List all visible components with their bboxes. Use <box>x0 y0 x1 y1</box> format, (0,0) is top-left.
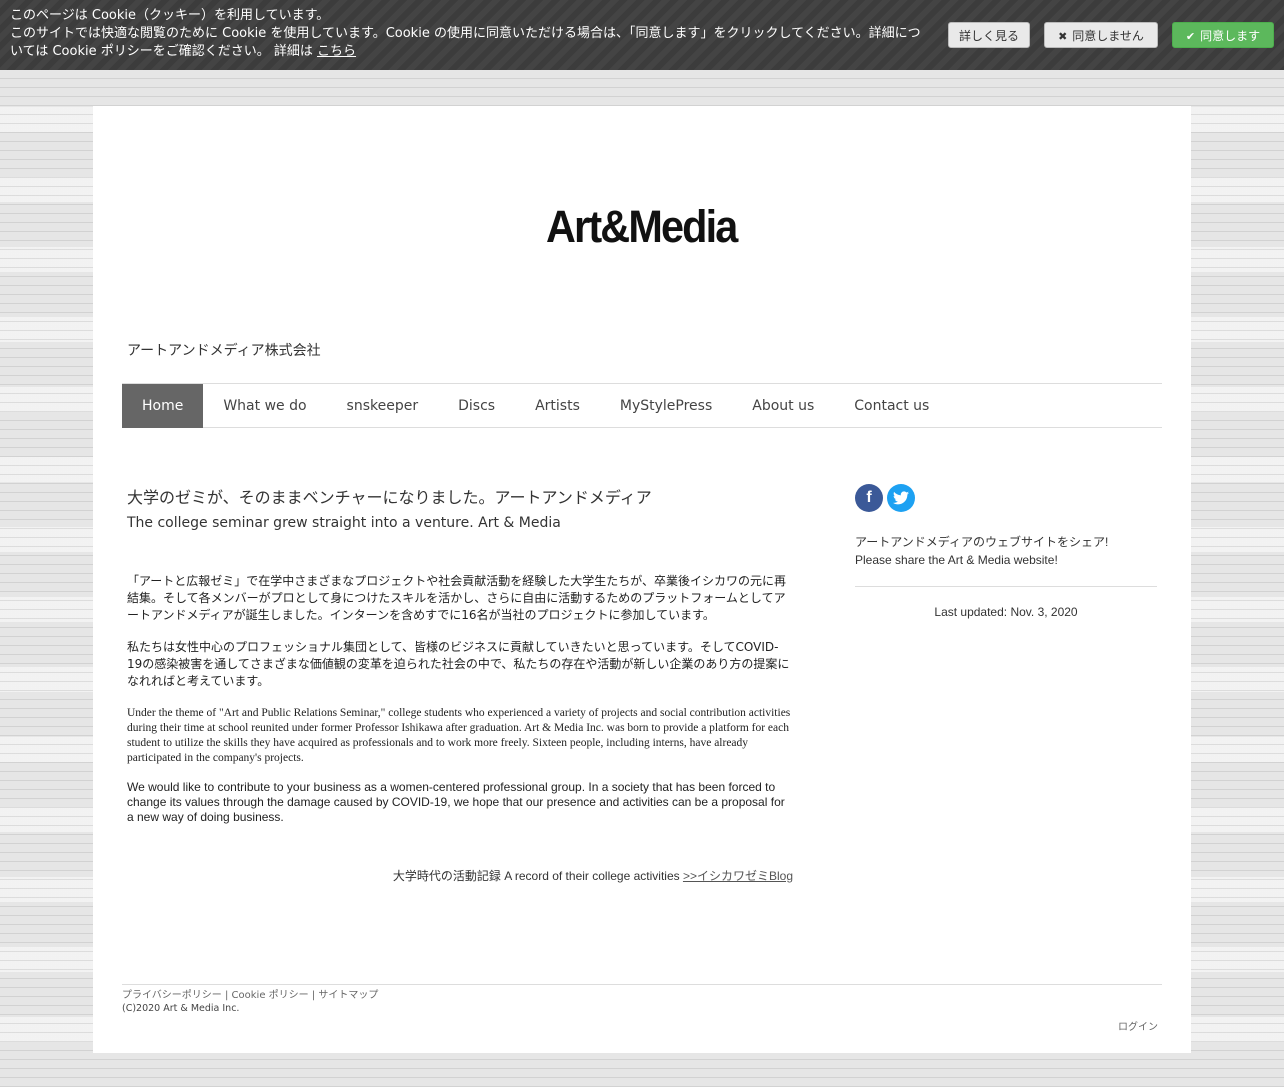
cookie-policy-link[interactable]: Cookie ポリシー <box>232 990 309 1001</box>
x-icon: ✖ <box>1058 30 1068 43</box>
company-name: アートアンドメディア株式会社 <box>127 343 321 359</box>
copyright: (C)2020 Art & Media Inc. <box>122 1003 240 1014</box>
cookie-decline-button[interactable]: ✖ 同意しません <box>1044 22 1158 48</box>
twitter-icon[interactable] <box>887 484 915 512</box>
heading-en: The college seminar grew straight into a… <box>127 515 561 531</box>
facebook-icon[interactable]: f <box>855 484 883 512</box>
check-icon: ✔ <box>1185 30 1196 43</box>
cookie-title: このページは Cookie（クッキー）を利用しています。 <box>10 8 330 23</box>
privacy-policy-link[interactable]: プライバシーポリシー <box>122 990 222 1001</box>
twitter-bird-icon <box>893 491 909 505</box>
main-nav: Home What we do snskeeper Discs Artists … <box>122 383 1162 428</box>
nav-item-about-us[interactable]: About us <box>732 384 834 428</box>
footer-links: プライバシーポリシー | Cookie ポリシー | サイトマップ <box>122 990 379 1001</box>
nav-item-snskeeper[interactable]: snskeeper <box>327 384 439 428</box>
sitemap-link[interactable]: サイトマップ <box>318 990 378 1001</box>
cookie-description: このサイトでは快適な閲覧のために Cookie を使用しています。Cookie … <box>10 26 921 59</box>
nav-item-artists[interactable]: Artists <box>515 384 600 428</box>
cookie-details-link[interactable]: こちら <box>317 44 356 59</box>
nav-item-home[interactable]: Home <box>122 384 204 428</box>
last-updated: Last updated: Nov. 3, 2020 <box>934 605 1078 619</box>
share-message: アートアンドメディアのウェブサイトをシェア! Please share the … <box>855 535 1109 567</box>
nav-item-what-we-do[interactable]: What we do <box>203 384 326 428</box>
nav-item-discs[interactable]: Discs <box>438 384 515 428</box>
cookie-message: このページは Cookie（クッキー）を利用しています。 このサイトでは快適な閲… <box>10 7 930 61</box>
cookie-detail-button[interactable]: 詳しく見る <box>948 22 1030 48</box>
page-container: Art&Media アートアンドメディア株式会社 Home What we do… <box>93 106 1191 1053</box>
intro-paragraph-jp: 「アートと広報ゼミ」で在学中さまざまなプロジェクトや社会貢献活動を経験した大学生… <box>127 574 787 622</box>
mission-paragraph-en: We would like to contribute to your busi… <box>127 780 785 824</box>
nav-item-mystylepress[interactable]: MyStylePress <box>600 384 732 428</box>
nav-item-contact-us[interactable]: Contact us <box>834 384 949 428</box>
heading-jp: 大学のゼミが、そのままベンチャーになりました。アートアンドメディア <box>127 488 652 507</box>
intro-paragraph-en: Under the theme of "Art and Public Relat… <box>127 707 791 764</box>
social-share: f <box>855 484 915 512</box>
cookie-accept-button[interactable]: ✔ 同意します <box>1172 22 1274 48</box>
footer-divider <box>122 984 1162 985</box>
site-logo[interactable]: Art&Media <box>546 202 738 252</box>
login-link[interactable]: ログイン <box>1118 1018 1158 1033</box>
blog-link[interactable]: >>イシカワゼミBlog <box>683 869 793 883</box>
cookie-banner: このページは Cookie（クッキー）を利用しています。 このサイトでは快適な閲… <box>0 0 1284 70</box>
sidebar-divider <box>855 586 1157 587</box>
mission-paragraph-jp: 私たちは女性中心のプロフェッショナル集団として、皆様のビジネスに貢献していきたい… <box>127 640 790 688</box>
activity-record: 大学時代の活動記録 A record of their college acti… <box>392 869 793 883</box>
